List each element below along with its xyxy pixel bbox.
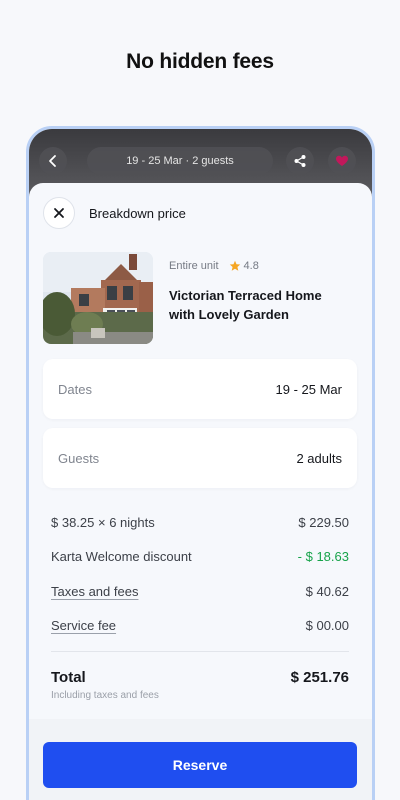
listing-photo <box>43 252 153 344</box>
total-label: Total <box>51 669 86 686</box>
listing-summary[interactable]: Entire unit 4.8 Victorian Terraced Home … <box>43 252 339 344</box>
headline: No hidden fees <box>126 50 274 73</box>
favorite-button[interactable] <box>328 147 356 175</box>
listing-rating: 4.8 <box>243 260 259 272</box>
share-button[interactable] <box>286 147 314 175</box>
row-label: Karta Welcome discount <box>51 549 192 565</box>
dates-card[interactable]: Dates 19 - 25 Mar <box>43 359 357 419</box>
star-icon <box>229 260 240 271</box>
dates-label: Dates <box>58 381 92 397</box>
price-breakdown-sheet: Breakdown price Entire unit 4.8 Victoria… <box>29 183 372 800</box>
chevron-left-icon <box>49 155 56 167</box>
taxes-row: Taxes and fees $ 40.62 <box>51 574 349 609</box>
close-button[interactable] <box>43 197 75 229</box>
total-section: Total $ 251.76 Including taxes and fees <box>51 669 349 701</box>
guests-value: 2 adults <box>296 450 342 466</box>
discount-row: Karta Welcome discount - $ 18.63 <box>51 540 349 575</box>
total-note: Including taxes and fees <box>51 690 159 701</box>
divider <box>51 651 349 652</box>
dates-value: 19 - 25 Mar <box>275 381 342 397</box>
sheet-title: Breakdown price <box>89 205 186 221</box>
sheet-header: Breakdown price <box>43 197 186 229</box>
service-fee-link[interactable]: Service fee <box>51 618 116 633</box>
heart-icon <box>336 155 348 166</box>
row-value: $ 00.00 <box>305 618 349 634</box>
price-breakdown-list: $ 38.25 × 6 nights $ 229.50 Karta Welcom… <box>51 505 349 643</box>
nightly-rate-row: $ 38.25 × 6 nights $ 229.50 <box>51 505 349 540</box>
taxes-link[interactable]: Taxes and fees <box>51 584 138 599</box>
listing-name: Victorian Terraced Home with Lovely Gard… <box>169 288 322 322</box>
row-value: $ 40.62 <box>305 583 349 599</box>
phone-frame: 19 - 25 Mar · 2 guests Breakdown price E… <box>26 126 375 800</box>
share-icon <box>294 155 306 167</box>
listing-type: Entire unit <box>169 260 219 272</box>
guests-card[interactable]: Guests 2 adults <box>43 428 357 488</box>
row-label: $ 38.25 × 6 nights <box>51 514 155 530</box>
close-icon <box>54 208 64 218</box>
row-value: - $ 18.63 <box>297 549 349 565</box>
dates-guests-pill[interactable]: 19 - 25 Mar · 2 guests <box>87 147 273 175</box>
service-fee-row: Service fee $ 00.00 <box>51 609 349 644</box>
listing-meta: Entire unit 4.8 <box>169 260 339 272</box>
row-value: $ 229.50 <box>298 514 349 530</box>
reserve-button[interactable]: Reserve <box>43 742 357 788</box>
guests-label: Guests <box>58 450 100 466</box>
back-button[interactable] <box>39 147 67 175</box>
listing-info: Entire unit 4.8 Victorian Terraced Home … <box>169 260 339 344</box>
total-value: $ 251.76 <box>290 669 349 686</box>
